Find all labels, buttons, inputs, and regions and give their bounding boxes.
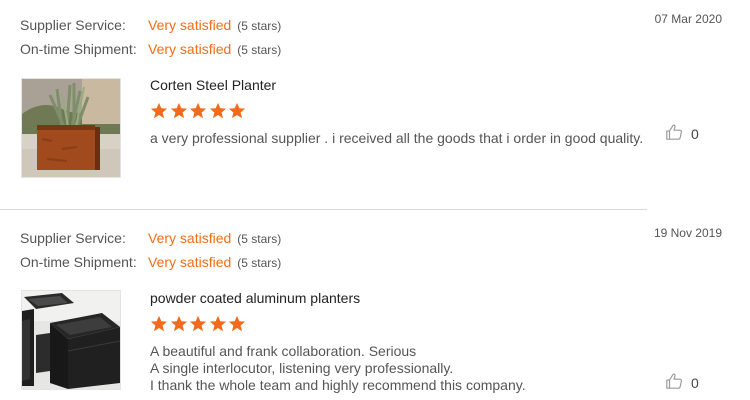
review-item: Supplier Service: Very satisfied (5 stars)… <box>0 0 750 208</box>
product-thumbnail[interactable] <box>21 290 121 390</box>
star-icon <box>209 102 227 120</box>
supplier-service-rating: Supplier Service: Very satisfied (5 stars) <box>20 228 281 248</box>
shipment-rating: On-time Shipment: Very satisfied (5 stars) <box>20 252 281 272</box>
supplier-service-value: Very satisfied <box>148 230 232 246</box>
review-text-line: a very professional supplier . i receive… <box>150 130 644 146</box>
supplier-service-label: Supplier Service: <box>20 17 126 33</box>
thumbs-up-icon <box>665 372 683 395</box>
star-icon <box>150 315 168 333</box>
shipment-stars: (5 stars) <box>237 256 282 270</box>
like-count: 0 <box>691 375 699 391</box>
product-name[interactable]: Corten Steel Planter <box>150 77 276 93</box>
thumbs-up-icon <box>665 123 683 146</box>
star-icon <box>150 102 168 120</box>
aluminum-planters-image <box>22 291 120 389</box>
star-icon <box>228 102 246 120</box>
star-icon <box>209 315 227 333</box>
star-icon <box>170 102 188 120</box>
supplier-service-stars: (5 stars) <box>237 19 282 33</box>
supplier-service-stars: (5 stars) <box>237 232 282 246</box>
review-text: A beautiful and frank collaboration. Ser… <box>150 343 526 394</box>
shipment-value: Very satisfied <box>148 41 232 57</box>
product-name[interactable]: powder coated aluminum planters <box>150 290 360 306</box>
supplier-service-value: Very satisfied <box>148 17 232 33</box>
shipment-label: On-time Shipment: <box>20 254 137 270</box>
shipment-rating: On-time Shipment: Very satisfied (5 stars) <box>20 39 281 59</box>
shipment-value: Very satisfied <box>148 254 232 270</box>
shipment-stars: (5 stars) <box>237 43 282 57</box>
star-rating <box>150 102 248 120</box>
star-icon <box>228 315 246 333</box>
like-count: 0 <box>691 126 699 142</box>
review-date: 07 Mar 2020 <box>654 12 722 26</box>
star-icon <box>189 315 207 333</box>
review-divider <box>0 209 647 210</box>
like-button[interactable]: 0 <box>665 124 699 144</box>
review-text-line: I thank the whole team and highly recomm… <box>150 377 526 393</box>
supplier-service-rating: Supplier Service: Very satisfied (5 stars) <box>20 15 281 35</box>
review-date: 19 Nov 2019 <box>653 226 722 240</box>
product-thumbnail[interactable] <box>21 78 121 178</box>
star-icon <box>189 102 207 120</box>
review-text: a very professional supplier . i receive… <box>150 130 643 147</box>
like-button[interactable]: 0 <box>665 373 699 393</box>
star-rating <box>150 315 248 333</box>
corten-planter-image <box>22 79 120 177</box>
shipment-label: On-time Shipment: <box>20 41 137 57</box>
review-text-line: A beautiful and frank collaboration. Ser… <box>150 343 417 359</box>
star-icon <box>170 315 188 333</box>
review-text-line: A single interlocutor, listening very pr… <box>150 360 454 376</box>
supplier-service-label: Supplier Service: <box>20 230 126 246</box>
